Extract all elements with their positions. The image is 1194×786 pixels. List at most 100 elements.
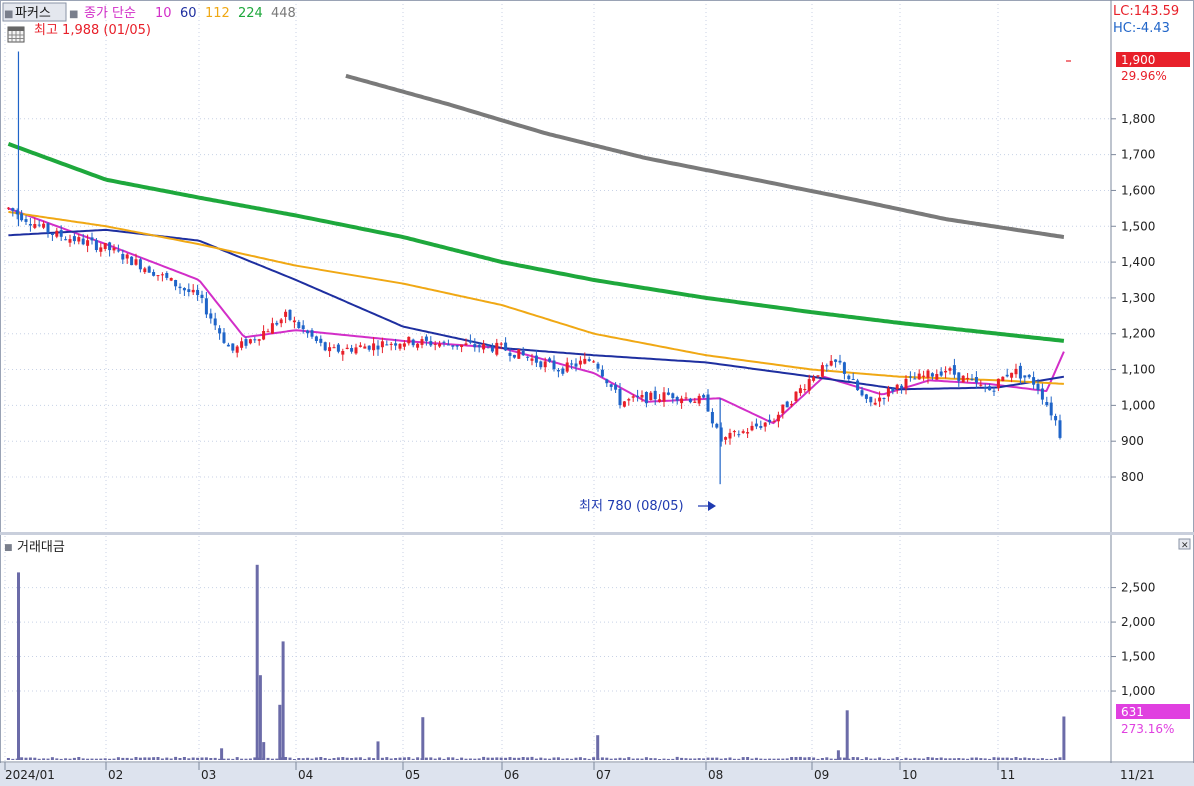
candle-body xyxy=(94,240,98,250)
date-label: 10 xyxy=(902,768,917,782)
ma448-legend[interactable]: 448 xyxy=(271,6,296,21)
volume-bar xyxy=(288,757,292,760)
candle-body xyxy=(829,360,833,366)
volume-bar xyxy=(81,758,85,760)
candle-body xyxy=(138,259,142,270)
volume-bar xyxy=(380,757,384,760)
ma112-legend[interactable]: 112 xyxy=(205,6,230,21)
candle-body xyxy=(341,351,345,355)
volume-bar xyxy=(970,757,974,760)
candle-body xyxy=(398,343,402,349)
candle-body xyxy=(974,377,978,383)
candle-body xyxy=(504,342,508,351)
candle-body xyxy=(904,378,908,389)
candle-body xyxy=(28,224,32,226)
volume-bar xyxy=(842,757,846,760)
candle-body xyxy=(768,419,772,423)
volume-bar xyxy=(768,758,772,760)
volume-bar xyxy=(332,758,336,760)
volume-bar xyxy=(200,757,204,760)
volume-bar xyxy=(979,758,983,760)
volume-bar xyxy=(878,757,882,760)
volume-bar xyxy=(636,758,640,760)
volume-bar xyxy=(856,757,860,760)
volume-bar xyxy=(886,758,890,760)
candle-body xyxy=(864,394,868,399)
candle-body xyxy=(191,289,195,293)
volume-bar xyxy=(935,758,939,760)
volume-bar xyxy=(174,756,178,760)
candle-body xyxy=(521,351,525,356)
candle-body xyxy=(196,289,200,296)
ma-legend-label[interactable]: 종가 단순 xyxy=(84,6,136,21)
candle-body xyxy=(231,343,235,351)
candle-body xyxy=(917,373,921,380)
candle-body xyxy=(367,345,371,350)
volume-spike-bar xyxy=(596,735,600,760)
volume-bar xyxy=(178,758,182,760)
candle-body xyxy=(68,239,72,243)
candle-body xyxy=(279,319,283,324)
volume-bar xyxy=(213,757,217,760)
volume-bar xyxy=(759,758,763,760)
candle-body xyxy=(746,432,750,434)
candle-body xyxy=(618,388,622,406)
volume-bar xyxy=(394,758,398,760)
volume-bar xyxy=(737,758,741,760)
volume-bar xyxy=(112,758,116,760)
panel-divider[interactable] xyxy=(0,532,1194,535)
volume-spike-bar xyxy=(376,741,380,760)
ma60-legend[interactable]: 60 xyxy=(180,6,197,21)
volume-bar xyxy=(301,758,305,760)
candle-body xyxy=(200,294,204,298)
candle-body xyxy=(825,365,829,367)
candle-body xyxy=(407,336,411,344)
candle-body xyxy=(790,403,794,406)
candle-body xyxy=(213,318,217,326)
volume-bar xyxy=(204,757,208,760)
toolbar-label[interactable]: 파커스 xyxy=(15,6,51,21)
candle-body xyxy=(372,343,376,351)
calendar-icon[interactable] xyxy=(7,26,25,43)
candle-body xyxy=(715,423,719,428)
volume-bar xyxy=(807,757,811,760)
candle-body xyxy=(468,340,472,343)
candle-body xyxy=(556,370,560,372)
price-tick-label: 1,200 xyxy=(1121,327,1155,341)
volume-bar xyxy=(622,758,626,760)
volume-bar xyxy=(900,759,904,760)
ma10-legend[interactable]: 10 xyxy=(155,6,172,21)
volume-bar xyxy=(644,757,648,760)
candle-body xyxy=(763,422,767,427)
high-price-annotation: 최고 1,988 (01/05) xyxy=(34,23,151,38)
ma224-legend[interactable]: 224 xyxy=(238,6,263,21)
date-label: 07 xyxy=(596,768,611,782)
candle-body xyxy=(869,396,873,403)
volume-bar xyxy=(732,758,736,760)
date-label: 11 xyxy=(1000,768,1015,782)
volume-bar xyxy=(134,757,138,760)
candle-body xyxy=(1023,375,1027,378)
candle-body xyxy=(750,425,754,431)
volume-spike-bar xyxy=(1062,716,1066,760)
candle-body xyxy=(891,388,895,392)
volume-bar xyxy=(37,758,41,760)
volume-bar xyxy=(781,758,785,760)
candle-body xyxy=(257,339,261,341)
volume-bar xyxy=(662,758,666,760)
candle-body xyxy=(292,320,296,323)
candle-body xyxy=(680,398,684,404)
volume-bar xyxy=(944,758,948,760)
candle-body xyxy=(59,230,63,237)
candle-body xyxy=(1005,374,1009,377)
candle-body xyxy=(614,384,618,390)
candle-body xyxy=(411,339,415,346)
date-label: 05 xyxy=(405,768,420,782)
volume-bar xyxy=(539,757,543,760)
candle-body xyxy=(99,247,103,252)
candle-body xyxy=(253,339,257,341)
candle-body xyxy=(644,392,648,404)
volume-bar xyxy=(240,758,244,760)
volume-bar xyxy=(165,757,169,760)
candle-body xyxy=(460,344,464,347)
